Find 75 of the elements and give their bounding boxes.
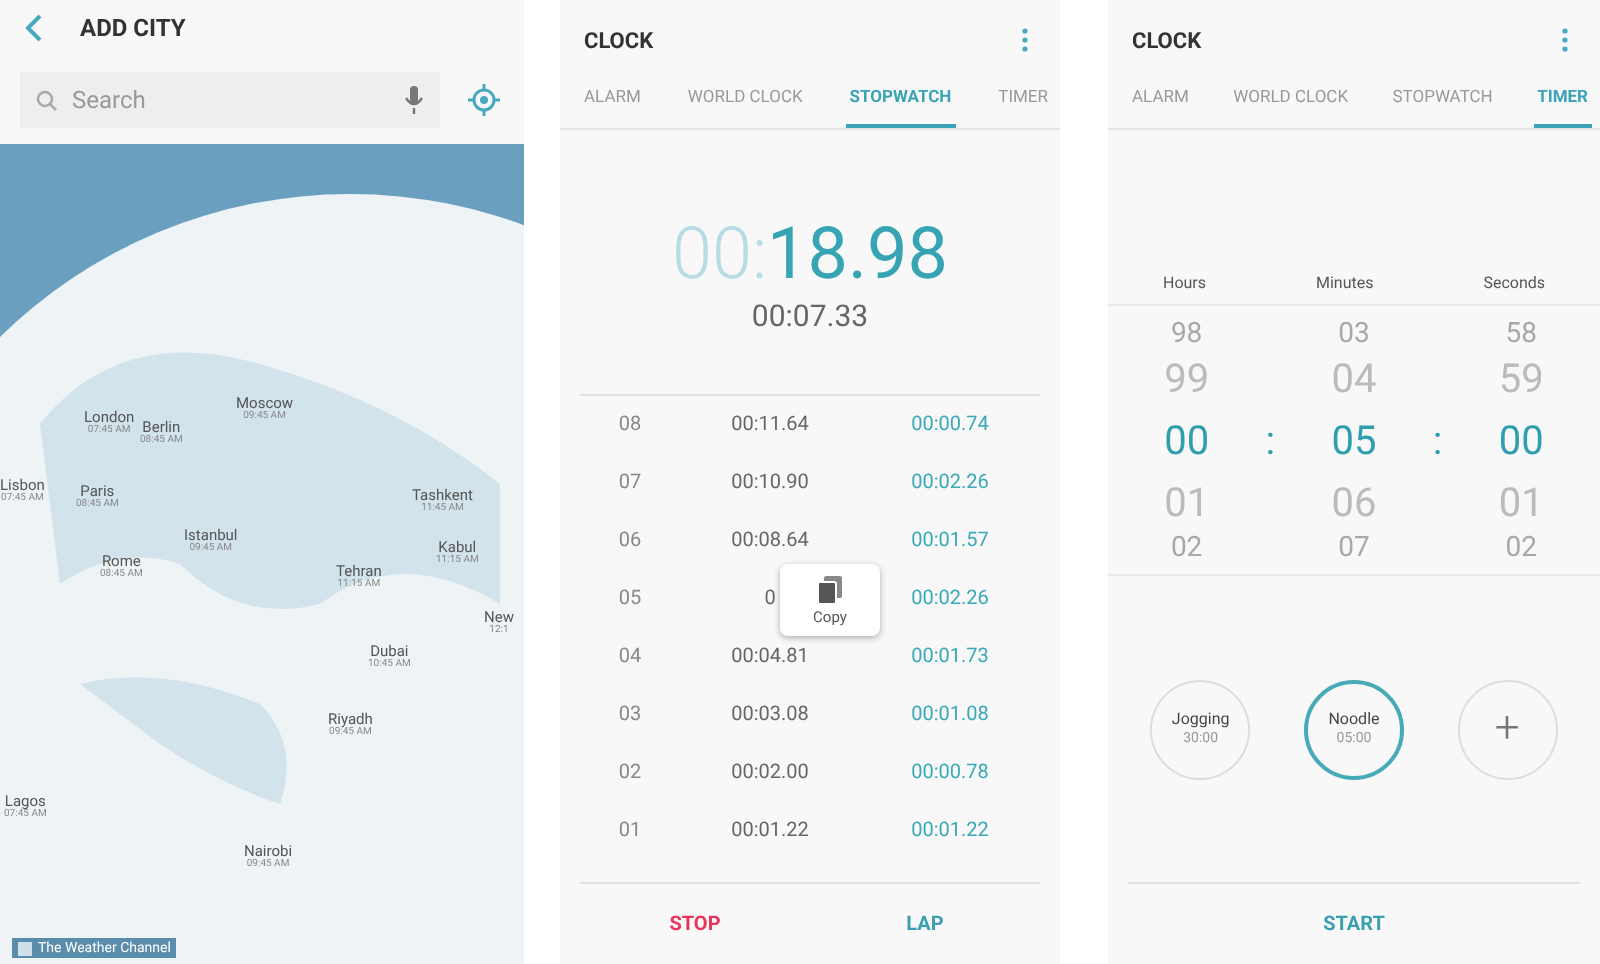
lap-split: 00:01.73 bbox=[909, 646, 991, 668]
start-button[interactable]: START bbox=[1128, 884, 1580, 964]
lap-split: 00:00.74 bbox=[909, 414, 991, 436]
lap-split: 00:01.57 bbox=[909, 530, 991, 552]
search-input[interactable]: Search bbox=[68, 84, 394, 116]
more-button[interactable] bbox=[1558, 24, 1572, 56]
elapsed-seconds: 18.98 bbox=[767, 212, 948, 296]
picker-value[interactable]: 05 bbox=[1331, 409, 1377, 471]
time-separator: : bbox=[1265, 416, 1276, 464]
screen-title: ADD CITY bbox=[80, 14, 186, 42]
picker-value[interactable]: 07 bbox=[1338, 533, 1370, 561]
time-separator: : bbox=[1432, 416, 1443, 464]
picker-value[interactable]: 06 bbox=[1331, 471, 1377, 533]
lap-split: 00:00.78 bbox=[909, 762, 991, 784]
picker-label: Seconds bbox=[1483, 274, 1546, 292]
tab[interactable]: ALARM bbox=[1128, 80, 1193, 128]
picker-value[interactable]: 00 bbox=[1498, 409, 1544, 471]
tab[interactable]: TIMER bbox=[1533, 80, 1592, 128]
search-field[interactable]: Search bbox=[20, 72, 440, 128]
logo-icon bbox=[18, 941, 32, 955]
lap-number: 02 bbox=[616, 762, 644, 784]
picker-value[interactable]: 00 bbox=[1164, 409, 1210, 471]
lap-number: 05 bbox=[616, 588, 644, 610]
picker-value[interactable]: 58 bbox=[1505, 319, 1538, 347]
lap-total: 00:02.00 bbox=[731, 762, 809, 784]
more-icon bbox=[1022, 28, 1028, 52]
lap-total: 00:10.90 bbox=[731, 472, 809, 494]
picker-value[interactable]: 03 bbox=[1338, 319, 1370, 347]
screen-title: CLOCK bbox=[1132, 27, 1202, 53]
picker-value[interactable]: 99 bbox=[1164, 347, 1210, 409]
lap-total: 00:01.22 bbox=[731, 820, 809, 842]
picker-value[interactable]: 04 bbox=[1331, 347, 1377, 409]
picker-value[interactable]: 02 bbox=[1170, 533, 1203, 561]
location-button[interactable] bbox=[464, 80, 504, 120]
lap-number: 06 bbox=[616, 530, 644, 552]
lap-split: 00:01.08 bbox=[909, 704, 991, 726]
tab[interactable]: WORLD CLOCK bbox=[683, 80, 807, 128]
lap-total: 0 bbox=[764, 588, 776, 610]
tab[interactable]: ALARM bbox=[580, 80, 645, 128]
microphone-icon bbox=[404, 86, 424, 114]
more-icon bbox=[1562, 28, 1568, 52]
lap-total: 00:03.08 bbox=[731, 704, 809, 726]
picker-value[interactable]: 01 bbox=[1164, 471, 1210, 533]
lap-button[interactable]: LAP bbox=[810, 884, 1040, 964]
tab[interactable]: STOPWATCH bbox=[1388, 80, 1497, 128]
screen-title: CLOCK bbox=[584, 27, 654, 53]
picker-value[interactable]: 98 bbox=[1170, 319, 1203, 347]
picker-label: Minutes bbox=[1315, 274, 1374, 292]
lap-split: 00:01.22 bbox=[909, 820, 991, 842]
lap-total: 00:11.64 bbox=[731, 414, 809, 436]
picker-value[interactable]: 01 bbox=[1498, 471, 1544, 533]
lap-total: 00:08.64 bbox=[731, 530, 809, 552]
lap-number: 01 bbox=[616, 820, 644, 842]
lap-number: 03 bbox=[616, 704, 644, 726]
lap-number: 04 bbox=[616, 646, 644, 668]
tab[interactable]: WORLD CLOCK bbox=[1229, 80, 1353, 128]
elapsed-minutes: 00: bbox=[672, 212, 768, 296]
stop-button[interactable]: STOP bbox=[580, 884, 810, 964]
current-lap-time: 00:07.33 bbox=[749, 298, 871, 334]
lap-total: 00:04.81 bbox=[731, 646, 809, 668]
back-icon bbox=[24, 14, 44, 42]
tab[interactable]: TIMER bbox=[994, 80, 1052, 128]
crosshair-icon bbox=[468, 84, 500, 116]
tab[interactable]: STOPWATCH bbox=[845, 80, 956, 128]
picker-label: Hours bbox=[1162, 274, 1207, 292]
lap-number: 08 bbox=[616, 414, 644, 436]
picker-value[interactable]: 59 bbox=[1498, 347, 1544, 409]
add-preset-button[interactable]: + bbox=[1457, 680, 1558, 780]
lap-number: 07 bbox=[616, 472, 644, 494]
picker-value[interactable]: 02 bbox=[1505, 533, 1538, 561]
lap-split: 00:02.26 bbox=[909, 472, 991, 494]
search-icon bbox=[36, 89, 58, 111]
copy-icon bbox=[818, 575, 842, 603]
lap-split: 00:02.26 bbox=[909, 588, 991, 610]
more-button[interactable] bbox=[1018, 24, 1032, 56]
